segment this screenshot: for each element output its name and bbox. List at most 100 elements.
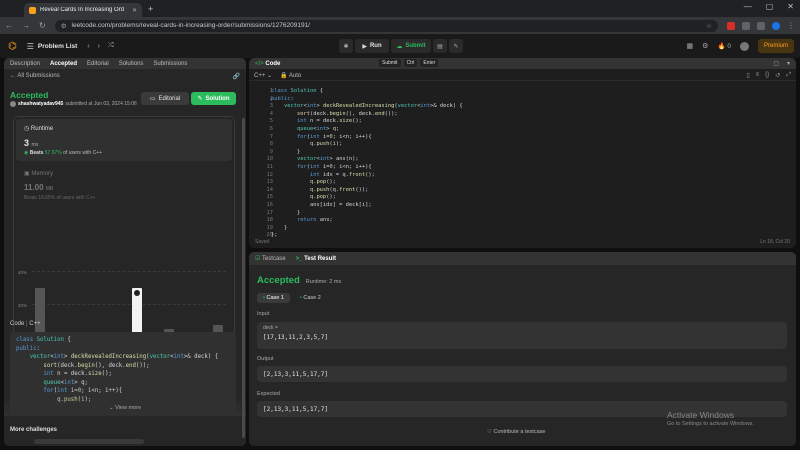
address-bar[interactable]: ⚙ leetcode.com/problems/reveal-cards-in-…	[54, 19, 718, 32]
code-line[interactable]: }	[271, 225, 721, 233]
run-button[interactable]: ▶ Run	[355, 39, 389, 53]
input-label: Input	[257, 311, 270, 317]
code-line[interactable]: int n = deck.size();	[271, 118, 721, 126]
case-2-button[interactable]: • Case 2	[294, 293, 327, 303]
code-line[interactable]: int idx = q.front();	[271, 172, 721, 180]
code-line[interactable]: }	[271, 149, 721, 157]
new-tab-button[interactable]: +	[148, 4, 153, 14]
all-submissions-link[interactable]: ← All Submissions	[10, 73, 60, 79]
back-icon[interactable]: ←	[5, 21, 13, 30]
random-problem-icon[interactable]: ⤮	[108, 42, 114, 50]
code-line[interactable]: return ans;	[271, 217, 721, 225]
bookmark-icon[interactable]: ▯	[746, 72, 749, 79]
close-tab-icon[interactable]: ✕	[132, 7, 137, 14]
code-line: queue<int> q;	[43, 379, 88, 386]
share-link-icon[interactable]: 🔗	[233, 73, 240, 80]
whiteboard-button[interactable]: ✎	[449, 39, 463, 53]
browser-menu-icon[interactable]: ⋮	[787, 21, 795, 30]
format-icon[interactable]: ≡	[756, 72, 760, 79]
pen-icon: ✎	[453, 43, 459, 50]
checkbox-icon: ☑	[255, 256, 261, 262]
chevron-down-icon: ⌄	[108, 405, 114, 411]
code-line[interactable]: for(int i=0; i<n; i++){	[271, 164, 721, 172]
memory-number: 11.00	[24, 183, 44, 192]
code-line[interactable]: q.push(i);	[271, 141, 721, 149]
premium-button[interactable]: Premium	[757, 39, 794, 53]
code-line[interactable]: public:	[271, 96, 721, 104]
code-line[interactable]: queue<int> q;	[271, 126, 721, 134]
streak-counter[interactable]: 🔥 0	[717, 42, 731, 50]
forward-icon[interactable]: →	[22, 21, 30, 30]
code-line[interactable]: for(int i=0; i<n; i++){	[271, 134, 721, 142]
code-line: vector<int> deckRevealedIncreasing(vecto…	[29, 354, 219, 360]
view-more-button[interactable]: ⌄ View more	[4, 405, 246, 411]
submitted-at: submitted at Jun 03, 2024 15:06	[65, 101, 137, 107]
solution-button[interactable]: ✎ Solution	[191, 92, 236, 105]
submitter-username[interactable]: shashwatyadav945	[18, 101, 63, 107]
fullscreen-icon[interactable]: ⤢	[786, 72, 791, 79]
challenge-chip[interactable]	[34, 439, 144, 444]
code-line[interactable]: q.pop();	[271, 179, 721, 187]
code-line[interactable]: vector<int> deckRevealedIncreasing(vecto…	[271, 103, 721, 111]
code-line[interactable]: class Solution {	[271, 88, 721, 96]
problem-list-link[interactable]: Problem List	[38, 43, 77, 50]
code-text-area[interactable]: class Solution {public: vector<int> deck…	[271, 88, 721, 240]
bookmark-star-icon[interactable]: ☆	[706, 22, 712, 30]
layout-icon[interactable]: ▦	[687, 42, 694, 50]
extensions-puzzle-icon[interactable]	[742, 21, 750, 30]
language-selector[interactable]: C++ ⌄	[254, 72, 272, 79]
leetcode-logo[interactable]: ⌬	[8, 41, 17, 52]
browser-tab[interactable]: Reveal Cards In Increasing Ord ✕	[24, 3, 142, 17]
chart-bar[interactable]	[35, 287, 46, 337]
tab-editorial[interactable]: Editorial	[87, 61, 109, 67]
code-section-label: Code	[10, 321, 25, 327]
next-problem-icon[interactable]: ›	[98, 43, 100, 50]
close-window-button[interactable]: ✕	[787, 2, 794, 11]
line-numbers-gutter: 1 2 3 4 5 6 7 8 9 10 11 12 13 14 15 16 17 18 19 20	[253, 88, 274, 240]
site-info-icon[interactable]: ⚙	[61, 22, 67, 30]
editor-toolbar: C++ ⌄ 🔒 Auto ▯ ≡ {} ↺ ⤢	[249, 70, 796, 81]
auto-mode[interactable]: 🔒 Auto	[280, 72, 301, 79]
tab-solutions[interactable]: Solutions	[119, 61, 144, 67]
tab-test-result[interactable]: >_ Test Result	[296, 256, 336, 262]
code-line[interactable]: q.pop();	[271, 194, 721, 202]
download-icon[interactable]	[757, 21, 765, 30]
code-line[interactable]: q.push(q.front());	[271, 187, 721, 195]
collapse-icon[interactable]: ▾	[787, 60, 790, 67]
settings-icon[interactable]: ⚙	[702, 42, 708, 50]
debug-button[interactable]: ✱	[339, 39, 353, 53]
editor-code[interactable]: class Solution {public: vector<int> deck…	[271, 88, 721, 240]
code-line[interactable]: ans[idx] = deck[i];	[271, 202, 721, 210]
cloud-upload-icon: ☁	[396, 43, 403, 50]
tab-testcase[interactable]: ☑ Testcase	[255, 255, 286, 262]
profile-avatar[interactable]	[772, 21, 780, 30]
notes-button[interactable]: ▤	[433, 39, 447, 53]
memory-header[interactable]: ▣ Memory	[24, 170, 53, 177]
problem-list-icon[interactable]: ☰	[27, 42, 34, 51]
contribute-testcase-link[interactable]: ♡ Contribute a testcase	[487, 429, 545, 435]
output-value: [2,13,3,11,5,17,7]	[257, 366, 787, 382]
reset-icon[interactable]: ↺	[775, 72, 780, 79]
submit-button[interactable]: ☁ Submit	[391, 39, 431, 53]
editorial-button[interactable]: ▭ Editorial	[141, 92, 189, 105]
line-number: 4	[269, 110, 273, 117]
braces-icon[interactable]: {}	[765, 72, 769, 79]
left-scrollbar[interactable]	[242, 118, 245, 438]
tab-description[interactable]: Description	[10, 61, 40, 67]
maximize-editor-icon[interactable]: ▢	[773, 60, 779, 67]
reload-icon[interactable]: ↻	[39, 21, 46, 30]
shortcut-key-enter: Enter	[420, 59, 439, 67]
minimize-button[interactable]: —	[744, 2, 752, 11]
chart-bar[interactable]	[132, 287, 143, 337]
prev-problem-icon[interactable]: ‹	[87, 43, 89, 50]
bug-icon: ✱	[343, 43, 349, 50]
tab-submissions[interactable]: Submissions	[153, 61, 187, 67]
tab-accepted[interactable]: Accepted	[50, 61, 77, 67]
code-line[interactable]: vector<int> ans(n);	[271, 156, 721, 164]
code-line[interactable]: sort(deck.begin(), deck.end());	[271, 111, 721, 119]
user-avatar[interactable]	[739, 41, 749, 51]
maximize-button[interactable]: ▢	[766, 2, 774, 11]
code-line[interactable]: }	[271, 210, 721, 218]
extension-icon[interactable]	[727, 21, 735, 30]
case-1-button[interactable]: • Case 1	[257, 293, 290, 303]
